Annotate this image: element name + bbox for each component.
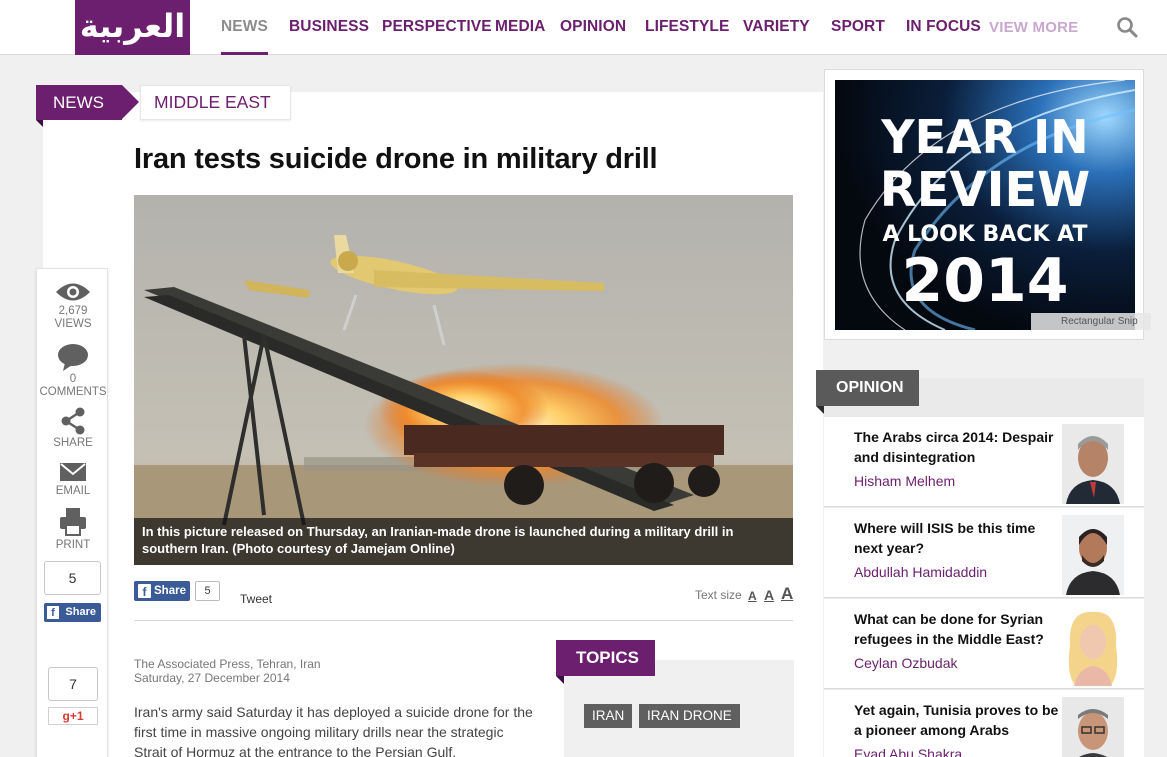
opinion-title[interactable]: What can be done for Syrian refugees in … <box>854 609 1059 649</box>
comment-bubble-icon <box>58 344 88 371</box>
nav-perspective[interactable]: PERSPECTIVE <box>382 0 492 55</box>
opinion-author[interactable]: Eyad Abu Shakra <box>854 746 962 757</box>
ad-line-4: 2014 <box>901 246 1069 316</box>
text-size-large[interactable]: A <box>781 584 793 604</box>
breadcrumb-section[interactable]: NEWS <box>36 85 122 120</box>
author-photo[interactable] <box>1062 606 1124 686</box>
opinion-author[interactable]: Hisham Melhem <box>854 473 955 489</box>
nav-in-focus[interactable]: IN FOCUS <box>906 0 981 55</box>
byline-source: The Associated Press, Tehran, Iran <box>134 657 321 671</box>
facebook-share-button[interactable]: f Share <box>134 581 190 601</box>
site-logo[interactable]: العربية <box>75 0 190 55</box>
advertisement-box[interactable]: YEAR IN REVIEW A LOOK BACK AT 2014 <box>824 69 1144 340</box>
breadcrumb-subsection[interactable]: MIDDLE EAST <box>140 85 291 120</box>
views-label: VIEWS <box>54 318 92 330</box>
share-icon <box>61 407 85 435</box>
text-size-medium[interactable]: A <box>764 587 774 603</box>
author-portrait-icon <box>1062 515 1124 595</box>
opinion-item[interactable]: Yet again, Tunisia proves to be a pionee… <box>824 690 1144 757</box>
opinion-title[interactable]: Yet again, Tunisia proves to be a pionee… <box>854 700 1059 740</box>
author-portrait-icon <box>1062 424 1124 504</box>
byline-date: Saturday, 27 December 2014 <box>134 671 290 685</box>
email-label: EMAIL <box>55 485 91 497</box>
topics-fold <box>556 676 564 684</box>
nav-lifestyle[interactable]: LIFESTYLE <box>645 0 729 55</box>
snip-overlay-label: Rectangular Snip <box>1031 313 1151 330</box>
article-headline: Iran tests suicide drone in military dri… <box>134 143 658 175</box>
photo-caption: In this picture released on Thursday, an… <box>134 518 793 565</box>
facebook-share-label-side: Share <box>65 606 96 618</box>
facebook-icon: f <box>138 584 151 599</box>
drone-launch-illustration <box>134 195 793 565</box>
eye-icon <box>56 283 90 301</box>
nav-variety[interactable]: VARIETY <box>743 0 810 55</box>
text-size-small[interactable]: A <box>748 589 757 603</box>
author-photo[interactable] <box>1062 697 1124 757</box>
tweet-button[interactable]: Tweet <box>240 592 272 606</box>
facebook-share-count: 5 <box>195 581 220 601</box>
ad-line-3: A LOOK BACK AT <box>882 222 1088 247</box>
author-photo[interactable] <box>1062 515 1124 595</box>
nav-media[interactable]: MEDIA <box>495 0 545 55</box>
breadcrumb-fold <box>36 120 43 127</box>
print-label: PRINT <box>55 539 91 551</box>
comments-label: COMMENTS <box>39 386 107 398</box>
email-stat[interactable]: EMAIL <box>37 461 109 498</box>
text-size-label: Text size <box>695 588 742 602</box>
article-byline: The Associated Press, Tehran, Iran Satur… <box>134 657 321 685</box>
facebook-count-box: 5 <box>44 561 101 595</box>
nav-business[interactable]: BUSINESS <box>289 0 369 55</box>
facebook-icon: f <box>47 606 59 619</box>
share-stat[interactable]: SHARE <box>37 407 109 450</box>
facebook-share-button-side[interactable]: f Share <box>44 603 101 622</box>
opinion-item[interactable]: What can be done for Syrian refugees in … <box>824 599 1144 689</box>
search-icon[interactable] <box>1116 16 1138 38</box>
gplus-count-box: 7 <box>48 667 98 701</box>
print-stat[interactable]: PRINT <box>37 507 109 552</box>
author-photo[interactable] <box>1062 424 1124 504</box>
views-count: 2,679 <box>58 305 88 317</box>
article-body: Iran's army said Saturday it has deploye… <box>134 704 533 757</box>
opinion-item[interactable]: The Arabs circa 2014: Despair and disint… <box>824 417 1144 507</box>
year-in-review-banner[interactable]: YEAR IN REVIEW A LOOK BACK AT 2014 <box>835 80 1135 330</box>
opinion-author[interactable]: Ceylan Ozbudak <box>854 655 958 671</box>
comments-stat[interactable]: 0 COMMENTS <box>37 343 109 399</box>
top-navigation: العربية NEWS BUSINESS PERSPECTIVE MEDIA … <box>0 0 1167 55</box>
opinion-title[interactable]: The Arabs circa 2014: Despair and disint… <box>854 427 1059 467</box>
nav-news[interactable]: NEWS <box>221 0 268 55</box>
printer-icon <box>60 508 86 536</box>
article-photo[interactable]: In this picture released on Thursday, an… <box>134 195 793 565</box>
opinion-item[interactable]: Where will ISIS be this time next year? … <box>824 508 1144 598</box>
gplus-button[interactable]: g+1 <box>48 707 98 725</box>
breadcrumb-arrow <box>122 85 139 119</box>
opinion-title[interactable]: Where will ISIS be this time next year? <box>854 518 1059 558</box>
opinion-heading: OPINION <box>816 370 919 406</box>
topic-tag-iran[interactable]: IRAN <box>584 704 633 728</box>
article-stats-column: 2,679 VIEWS 0 COMMENTS SHARE EMAIL PRINT… <box>36 268 108 757</box>
share-label: SHARE <box>53 437 93 449</box>
ad-line-1: YEAR IN <box>881 110 1089 164</box>
nav-sport[interactable]: SPORT <box>831 0 885 55</box>
author-portrait-icon <box>1062 697 1124 757</box>
comments-count: 0 <box>69 373 77 385</box>
opinion-fold <box>816 406 824 414</box>
facebook-share-label: Share <box>154 585 186 597</box>
topics-heading: TOPICS <box>556 640 655 676</box>
nav-view-more[interactable]: VIEW MORE <box>989 0 1078 55</box>
views-stat: 2,679 VIEWS <box>37 281 109 331</box>
opinion-author[interactable]: Abdullah Hamidaddin <box>854 564 987 580</box>
ad-line-2: REVIEW <box>879 162 1091 218</box>
nav-opinion[interactable]: OPINION <box>560 0 626 55</box>
share-divider <box>134 620 793 621</box>
topic-tag-iran-drone[interactable]: IRAN DRONE <box>639 704 740 728</box>
email-icon <box>60 463 86 481</box>
author-portrait-icon <box>1062 606 1124 686</box>
